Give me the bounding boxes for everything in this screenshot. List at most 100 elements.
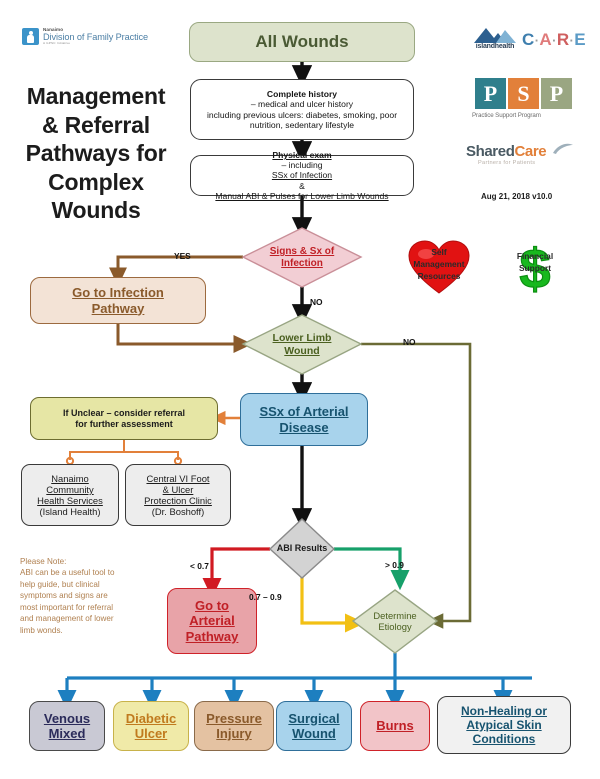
edge-label-yes: YES: [174, 251, 191, 261]
poster-canvas: Nanaimo Division of Family Practice A GP…: [0, 0, 600, 779]
nanaimo-logo: Nanaimo Division of Family Practice A GP…: [22, 27, 148, 46]
edge-label-abi-high: > 0.9: [385, 560, 404, 570]
financial-support-line-2: Support: [518, 263, 552, 273]
outcome-3-line-1: Surgical: [288, 710, 340, 726]
nanaimo-community-line-1: Nanaimo: [51, 472, 89, 484]
edge-label-no-lower-limb: NO: [403, 337, 416, 347]
psp-letter-s: S: [508, 78, 539, 109]
signs-sx-infection-line-2: Infection: [281, 257, 323, 269]
sharedcare-caption: Partners for Patients: [478, 160, 536, 166]
outcome-diabetic-ulcer[interactable]: Diabetic Ulcer: [113, 701, 189, 751]
complete-history-rest: – medical and ulcer history: [250, 99, 354, 110]
psp-caption: Practice Support Program: [472, 112, 541, 119]
arterial-pathway-line-2: Arterial: [189, 613, 235, 629]
central-vi-line-4: (Dr. Boshoff): [151, 506, 205, 518]
please-note-block: Please Note: ABI can be a useful tool to…: [20, 556, 170, 636]
complete-history-line-3: nutrition, sedentary lifestyle: [249, 119, 355, 130]
node-complete-history[interactable]: Complete history – medical and ulcer his…: [190, 79, 414, 140]
outcome-burns[interactable]: Burns: [360, 701, 430, 751]
outcome-0-line-2: Mixed: [48, 726, 86, 741]
node-if-unclear[interactable]: If Unclear – consider referral for furth…: [30, 397, 218, 440]
determine-etiology-line-2: Etiology: [378, 620, 412, 632]
physical-exam-rest: – including: [281, 160, 323, 171]
nanaimo-community-line-3: Health Services: [37, 495, 103, 506]
self-management-line-2: Management: [413, 259, 465, 269]
note-line-3: help guide, but clinical: [20, 579, 100, 589]
outcome-3-line-2: Wound: [292, 726, 336, 741]
care-logo: C·A·R·E: [522, 30, 587, 49]
central-vi-line-2: & Ulcer: [162, 483, 194, 495]
nanaimo-mark-icon: [22, 28, 39, 46]
node-lower-limb-wound[interactable]: Lower Limb Wound: [243, 315, 361, 374]
note-line-5: most important for referral: [20, 602, 114, 612]
physical-exam-ssx: SSx of Infection: [271, 170, 333, 181]
if-unclear-line-2: for further assessment: [75, 418, 173, 429]
node-abi-results[interactable]: ABI Results: [270, 519, 334, 578]
physical-exam-tail: &: [299, 180, 305, 191]
edge-label-abi-mid: 0.7 – 0.9: [249, 592, 282, 602]
node-nanaimo-community[interactable]: Nanaimo Community Health Services (Islan…: [21, 464, 119, 526]
abi-results-label: ABI Results: [276, 543, 328, 554]
node-central-vi-clinic[interactable]: Central VI Foot & Ulcer Protection Clini…: [125, 464, 231, 526]
title-line-1: Management: [26, 83, 166, 109]
node-go-to-infection-pathway[interactable]: Go to Infection Pathway: [30, 277, 206, 324]
node-determine-etiology[interactable]: Determine Etiology: [353, 590, 437, 653]
outcome-venous-mixed[interactable]: Venous Mixed: [29, 701, 105, 751]
island-health-logo: islandhealth: [469, 24, 521, 50]
self-management-line-3: Resources: [417, 271, 461, 281]
lower-limb-wound-line-1: Lower Limb: [272, 332, 332, 345]
sharedcare-part1: Shared: [466, 143, 515, 160]
outcome-surgical-wound[interactable]: Surgical Wound: [276, 701, 352, 751]
ssx-arterial-line-2: Disease: [279, 419, 329, 435]
central-vi-line-3: Protection Clinic: [144, 495, 212, 506]
page-title: Management & Referral Pathways for Compl…: [6, 82, 186, 225]
physical-exam-line-2: Manual ABI & Pulses for Lower Limb Wound…: [215, 190, 389, 201]
note-line-7: limb wonds.: [20, 625, 63, 635]
self-management-line-1: Self: [431, 247, 447, 257]
lower-limb-wound-line-2: Wound: [284, 344, 320, 357]
signs-sx-infection-line-1: Signs & Sx of: [269, 246, 335, 257]
nanaimo-community-line-2: Community: [46, 483, 94, 495]
financial-support[interactable]: $ Financial Support: [498, 238, 572, 304]
node-all-wounds[interactable]: All Wounds: [189, 22, 415, 62]
node-all-wounds-label: All Wounds: [255, 31, 349, 51]
psp-letter-p2: P: [541, 78, 572, 109]
self-management-resources[interactable]: Self Management Resources: [400, 238, 478, 304]
node-physical-exam[interactable]: Physical exam – including SSx of Infecti…: [190, 150, 414, 201]
edge-label-no-infection: NO: [310, 297, 323, 307]
outcome-1-line-1: Diabetic: [125, 710, 177, 726]
if-unclear-line-1: If Unclear – consider referral: [62, 407, 186, 418]
outcome-4-line-1: Burns: [376, 718, 414, 734]
complete-history-line-2: including previous ulcers: diabetes, smo…: [206, 109, 398, 120]
node-signs-sx-infection[interactable]: Signs & Sx of Infection: [243, 228, 361, 287]
ssx-arterial-line-1: SSx of Arterial: [259, 404, 349, 420]
edge-label-abi-low: < 0.7: [190, 561, 209, 571]
outcome-1-line-2: Ulcer: [134, 726, 168, 741]
complete-history-bold: Complete history: [266, 89, 338, 100]
version-date: Aug 21, 2018 v10.0: [481, 192, 553, 201]
central-vi-line-1: Central VI Foot: [146, 472, 210, 484]
title-line-2: & Referral: [42, 111, 150, 138]
note-line-2: ABI can be a useful tool to: [20, 568, 115, 578]
title-line-3: Pathways for: [25, 140, 167, 167]
outcome-pressure-injury[interactable]: Pressure Injury: [194, 701, 274, 751]
swoosh-icon: [552, 142, 574, 155]
infection-pathway-line-1: Go to Infection: [72, 285, 164, 301]
island-health-wordmark: islandhealth: [475, 43, 515, 50]
node-go-to-arterial-pathway[interactable]: Go to Arterial Pathway: [167, 588, 257, 654]
determine-etiology-line-1: Determine: [373, 609, 417, 621]
physical-exam-bold: Physical exam: [272, 150, 332, 161]
title-line-5: Wounds: [51, 197, 141, 224]
outcome-non-healing-atypical[interactable]: Non-Healing or Atypical Skin Conditions: [437, 696, 571, 754]
arterial-pathway-line-1: Go to: [195, 598, 229, 613]
nanaimo-logo-tiny: A GPSC Initiative: [43, 41, 71, 46]
outcome-5-line-2: Atypical Skin: [466, 717, 542, 732]
node-ssx-arterial-disease[interactable]: SSx of Arterial Disease: [240, 393, 368, 446]
outcome-2-line-2: Injury: [216, 726, 252, 741]
psp-letter-p1: P: [475, 78, 506, 109]
note-line-1: Please Note:: [20, 557, 67, 566]
infection-pathway-line-2: Pathway: [91, 300, 145, 316]
financial-support-line-1: Financial: [516, 251, 554, 261]
outcome-2-line-1: Pressure: [206, 710, 262, 726]
outcome-5-line-1: Non-Healing or: [461, 703, 547, 718]
